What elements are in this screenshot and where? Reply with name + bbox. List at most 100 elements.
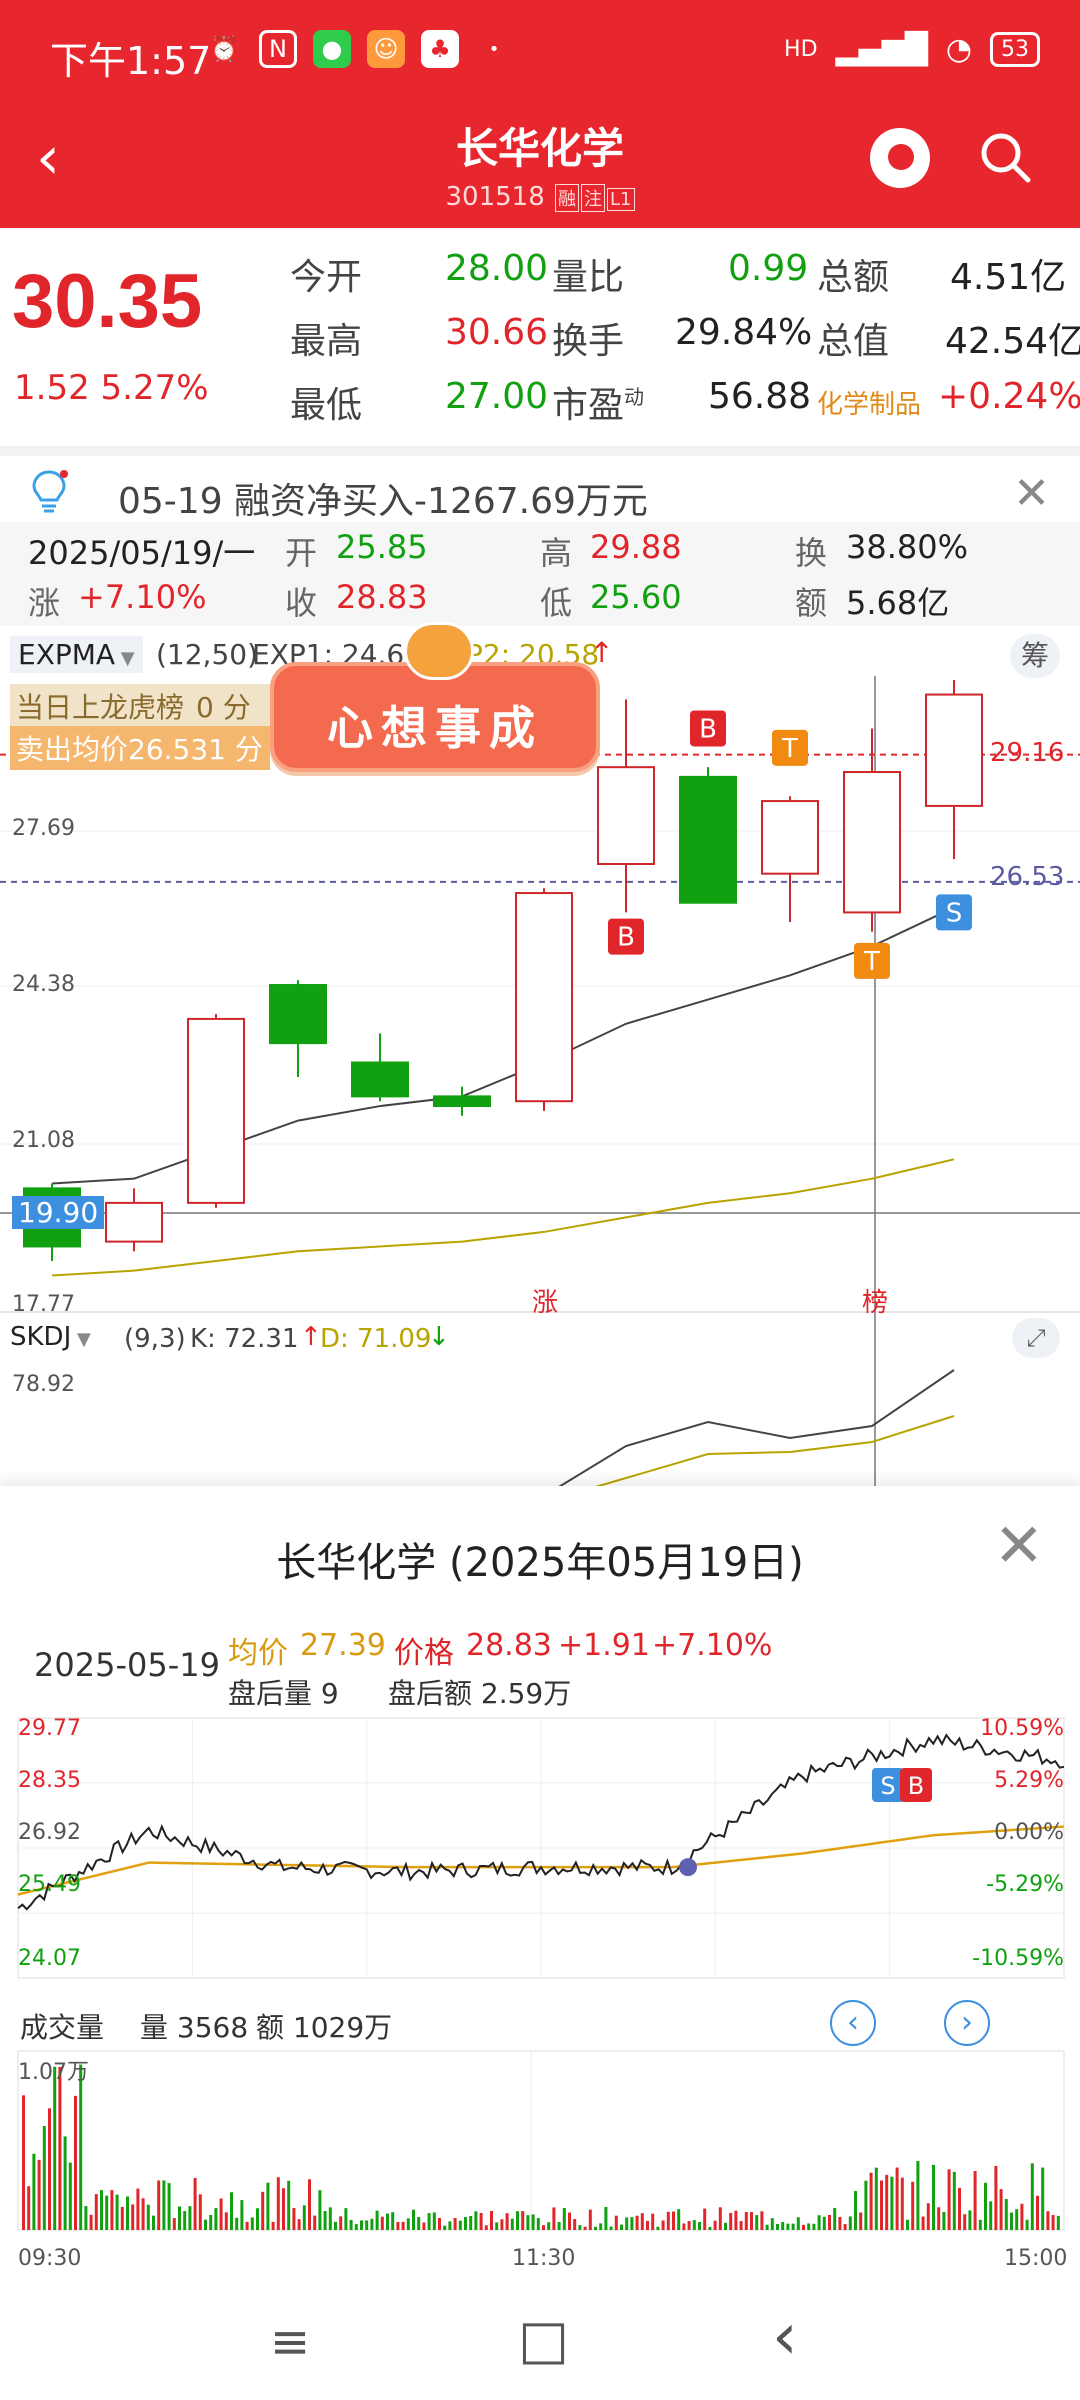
home-nav-icon[interactable]: □	[518, 2308, 569, 2371]
volume-bar	[781, 2221, 785, 2230]
volume-bar	[490, 2211, 493, 2230]
volume-bar	[110, 2190, 114, 2230]
volume-bar	[401, 2221, 405, 2230]
close-notice-icon[interactable]: ✕	[1013, 468, 1050, 519]
trade-marker: S	[936, 894, 972, 931]
volume-bar	[864, 2180, 868, 2230]
volume-bar	[245, 2221, 249, 2230]
volume-bar	[609, 2226, 613, 2230]
volume-bar	[334, 2221, 337, 2230]
candle-body	[925, 693, 983, 807]
volume-bar	[859, 2212, 863, 2230]
day-open-label: 开	[285, 534, 318, 572]
kdj-selector[interactable]: SKDJ ▼	[10, 1322, 91, 1352]
popup-title: 长华化学 (2025年05月19日)	[276, 1540, 804, 1586]
prev-day-icon[interactable]: ‹	[830, 2000, 876, 2046]
volume-bar	[984, 2182, 987, 2230]
indicator-selector[interactable]: EXPMA ▼	[10, 636, 143, 673]
day-turn-label: 换	[795, 534, 828, 572]
avg-value: 27.39	[300, 1628, 386, 1663]
candle-body	[433, 1095, 491, 1108]
intraday-popup[interactable]: 长华化学 (2025年05月19日) ✕ 2025-05-19 均价 27.39…	[0, 1486, 1080, 2286]
y-right-1: 10.59%	[980, 1716, 1064, 1741]
trade-marker-letter: S	[880, 1772, 895, 1800]
volume-bar	[365, 2220, 369, 2230]
volume-bar	[193, 2178, 197, 2230]
day-detail-bar: 2025/05/19/一 开 25.85 高 29.88 换 38.80% 涨 …	[0, 522, 1080, 626]
intraday-svg[interactable]: SB	[0, 1706, 1080, 2266]
volume-bar	[952, 2171, 956, 2230]
volume-bar	[911, 2181, 915, 2230]
volume-bar	[42, 2126, 46, 2230]
time-end: 15:00	[1004, 2246, 1068, 2271]
volume-bar	[474, 2211, 478, 2230]
kline-chart-area[interactable]: BBTTS EXPMA ▼ (12,50) EXP1: 24.6 P2: 20.…	[0, 622, 1080, 1486]
volume-bar	[495, 2222, 499, 2230]
volume-bar	[360, 2220, 363, 2230]
close-popup-icon[interactable]: ✕	[994, 1516, 1044, 1576]
day-high: 29.88	[590, 528, 682, 566]
new-year-banner[interactable]: 心想事成	[270, 622, 600, 772]
next-day-icon[interactable]: ›	[944, 2000, 990, 2046]
assistant-robot-icon[interactable]	[870, 128, 930, 188]
volume-bar	[672, 2211, 675, 2230]
kdj-d: D: 71.09	[320, 1324, 432, 1354]
volume-bar	[438, 2217, 441, 2230]
mark-zhang[interactable]: 涨	[532, 1282, 558, 1319]
volume-bar	[230, 2192, 233, 2230]
expand-icon[interactable]: ⤢	[1012, 1318, 1060, 1358]
volume-bar	[204, 2219, 207, 2230]
volume-bar	[105, 2195, 109, 2230]
last-price: 30.35	[12, 259, 203, 344]
volume-bar	[432, 2212, 436, 2230]
time-mid: 11:30	[512, 2246, 576, 2271]
volume-bar	[287, 2180, 291, 2230]
chip-distribution-button[interactable]: 筹	[1010, 634, 1060, 678]
volume-bar	[1051, 2215, 1055, 2230]
volume-bar	[614, 2215, 618, 2230]
volume-bar	[172, 2218, 176, 2230]
app-header: 下午1:57 ⏰ N ● ☺ ♣ • HD ▂▄▆█ ◔ 53 ‹ 长华化学 3…	[0, 0, 1080, 228]
volume-bar	[224, 2212, 228, 2230]
label-low: 最低	[290, 385, 363, 426]
price-change: 1.52 5.27%	[14, 368, 209, 408]
search-icon[interactable]	[978, 130, 1032, 184]
volume-bar	[500, 2219, 504, 2230]
signal-icon: ▂▄▆█	[835, 32, 928, 67]
indicator-name: EXPMA	[18, 638, 116, 671]
volume-bar	[261, 2191, 265, 2230]
volume-bar	[469, 2216, 473, 2230]
more-dot-icon: •	[488, 38, 500, 60]
volume-bar	[521, 2211, 525, 2230]
volume-bar	[209, 2214, 213, 2230]
day-low-label: 低	[540, 584, 573, 622]
volume-bar	[396, 2221, 400, 2230]
volume-bar	[542, 2225, 545, 2230]
app-notification-icon: ♣	[421, 30, 459, 68]
volume-bar	[562, 2208, 566, 2230]
volume-bar	[599, 2223, 603, 2230]
exp2-up-arrow-icon: ↑	[590, 636, 614, 669]
volume-bar	[932, 2164, 935, 2230]
label-sector[interactable]: 化学制品	[817, 384, 921, 421]
volume-bar	[885, 2174, 889, 2230]
volume-bar	[734, 2210, 738, 2230]
menu-nav-icon[interactable]: ≡	[270, 2314, 310, 2370]
volume-bar	[266, 2182, 270, 2230]
volume-bar	[344, 2208, 348, 2230]
volume-bar	[256, 2208, 259, 2230]
volume-bar	[682, 2223, 686, 2230]
label-total-amount: 总额	[817, 257, 890, 298]
marker-dot	[679, 1858, 697, 1877]
candle	[679, 767, 737, 904]
volume-bar	[157, 2180, 161, 2230]
financing-notice[interactable]: 05-19 融资净买入-1267.69万元 ✕	[0, 446, 1080, 522]
y-label-4: 17.77	[12, 1292, 75, 1317]
volume-bar	[776, 2224, 779, 2230]
volume-bar	[68, 2162, 72, 2230]
tag-rong: 融	[555, 184, 580, 212]
volume-frame	[17, 2050, 1065, 2231]
back-nav-icon[interactable]: ‹	[772, 2300, 798, 2374]
mark-bang[interactable]: 榜	[862, 1282, 888, 1319]
volume-bar	[874, 2167, 878, 2230]
